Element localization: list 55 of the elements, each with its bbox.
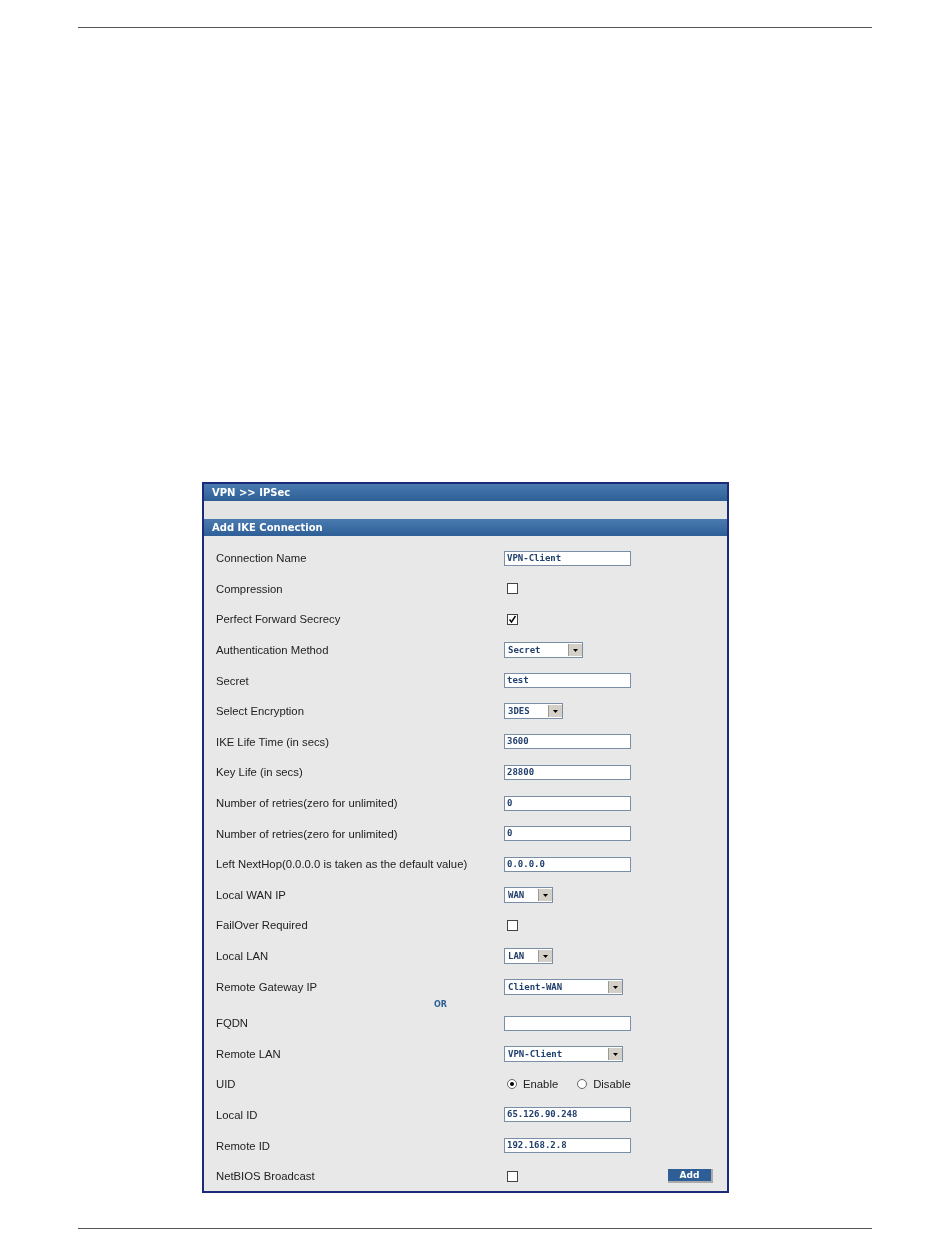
checkbox[interactable] [507, 583, 518, 595]
text-field[interactable]: test [504, 673, 631, 689]
field-label: Number of retries(zero for unlimited) [215, 797, 399, 810]
text-field[interactable]: 28800 [504, 764, 631, 780]
field-label: NetBIOS Broadcast [215, 1170, 316, 1183]
add-button[interactable]: Add [668, 1169, 713, 1184]
dropdown[interactable]: VPN-Client [504, 1045, 623, 1062]
field-label: Key Life (in secs) [215, 766, 304, 779]
radio-button[interactable] [577, 1079, 588, 1090]
field-label: Connection Name [215, 552, 308, 565]
text-field[interactable]: VPN-Client [504, 550, 631, 566]
text-field[interactable] [504, 1015, 631, 1031]
field-label: Compression [215, 582, 284, 595]
field-label: Authentication Method [215, 644, 330, 657]
field-label: Select Encryption [215, 705, 305, 718]
checkbox[interactable] [507, 1170, 518, 1182]
breadcrumb-bar: VPN >> IPSec [204, 484, 727, 501]
dropdown[interactable]: Secret [504, 642, 583, 659]
field-label: Local WAN IP [215, 888, 287, 901]
dropdown[interactable]: LAN [504, 948, 553, 964]
radio-option[interactable]: Disable [577, 1078, 631, 1091]
caret-icon [548, 705, 562, 718]
field-label: Number of retries(zero for unlimited) [215, 827, 399, 840]
checkbox[interactable] [507, 919, 518, 931]
text-field[interactable]: 0.0.0.0 [504, 856, 631, 872]
dropdown[interactable]: Client-WAN [504, 978, 623, 995]
text-field[interactable]: 65.126.90.248 [504, 1107, 631, 1123]
caret-icon [568, 644, 582, 657]
or-label: OR [434, 1000, 447, 1010]
caret-icon [538, 950, 552, 962]
field-label: FailOver Required [215, 919, 309, 932]
text-field[interactable]: 3600 [504, 734, 631, 750]
radio-button[interactable] [507, 1079, 517, 1090]
text-field[interactable]: 0 [504, 795, 631, 811]
field-label: UID [215, 1078, 237, 1091]
text-field[interactable]: 192.168.2.8 [504, 1138, 631, 1154]
caret-icon [538, 888, 552, 901]
field-label: Remote LAN [215, 1047, 282, 1060]
checkbox[interactable] [507, 614, 518, 625]
field-label: Remote Gateway IP [215, 980, 319, 993]
caret-icon [608, 1047, 622, 1060]
field-label: Remote ID [215, 1139, 271, 1152]
field-label: IKE Life Time (in secs) [215, 735, 330, 748]
field-label: Secret [215, 674, 250, 687]
field-label: Local ID [215, 1109, 259, 1121]
dropdown[interactable]: 3DES [504, 703, 563, 720]
field-label: Left NextHop(0.0.0.0 is taken as the default value) [215, 858, 469, 871]
text-field[interactable]: 0 [504, 826, 631, 842]
field-label: FQDN [215, 1017, 249, 1030]
field-label: Local LAN [215, 950, 270, 962]
dropdown[interactable]: WAN [504, 886, 553, 903]
radio-option[interactable]: Enable [507, 1078, 559, 1091]
caret-icon [608, 980, 622, 993]
field-label: Perfect Forward Secrecy [215, 613, 342, 626]
section-title: Add IKE Connection [204, 519, 727, 536]
